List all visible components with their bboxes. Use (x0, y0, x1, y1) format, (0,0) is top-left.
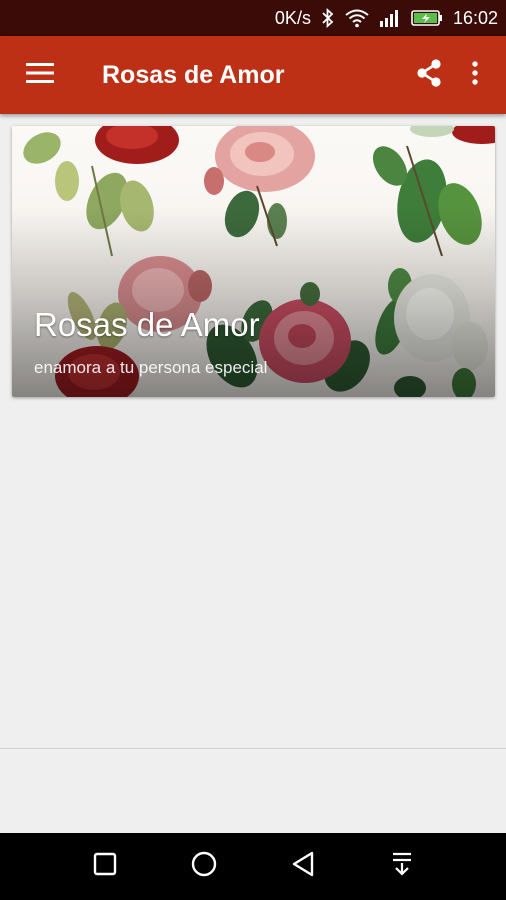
clock: 16:02 (452, 7, 498, 28)
status-bar: 0K/s 16:02 (0, 0, 506, 36)
menu-button[interactable] (0, 36, 80, 114)
home-button[interactable] (179, 842, 229, 892)
notification-pulldown-button[interactable] (377, 842, 427, 892)
more-vert-icon (471, 60, 479, 91)
share-button[interactable] (406, 36, 452, 114)
back-button[interactable] (278, 842, 328, 892)
app-bar: Rosas de Amor (0, 36, 506, 114)
menu-icon (26, 62, 54, 89)
bottom-divider (0, 748, 506, 749)
feature-card[interactable]: Rosas de Amor enamora a tu persona espec… (12, 126, 495, 397)
signal-icon (379, 8, 401, 28)
more-options-button[interactable] (452, 36, 498, 114)
notification-pulldown-icon (390, 851, 414, 882)
wifi-icon (345, 8, 369, 28)
battery-charging-icon (411, 8, 443, 28)
home-circle-icon (190, 850, 218, 883)
recents-button[interactable] (80, 842, 130, 892)
app-title: Rosas de Amor (102, 60, 285, 89)
back-triangle-icon (290, 850, 316, 883)
bluetooth-icon (321, 8, 335, 28)
navigation-bar (0, 833, 506, 900)
share-icon (415, 58, 443, 93)
card-title: Rosas de Amor (34, 306, 260, 343)
card-subtitle: enamora a tu persona especial (34, 358, 268, 377)
network-speed: 0K/s (274, 7, 311, 28)
recents-square-icon (93, 852, 117, 881)
